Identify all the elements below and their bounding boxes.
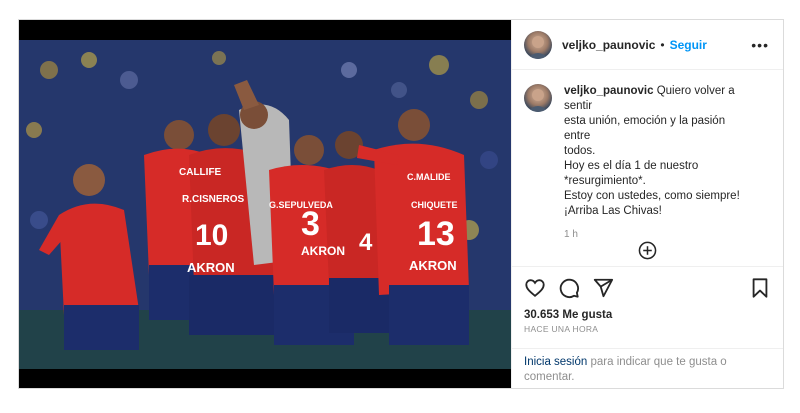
jersey-text: CHIQUETE [411, 200, 458, 210]
share-icon[interactable] [592, 277, 614, 299]
jersey-text: AKRON [409, 258, 457, 273]
login-prompt: Inicia sesión para indicar que te gusta … [512, 348, 783, 388]
jersey-text: CALLIFE [179, 167, 222, 178]
post-time: HACE UNA HORA [524, 324, 599, 334]
comment-icon[interactable] [558, 277, 580, 299]
caption-line: *resurgimiento*. [564, 175, 646, 187]
caption-username[interactable]: veljko_paunovic [564, 85, 653, 97]
avatar[interactable] [524, 84, 552, 112]
actions-bar: 30.653 Me gusta HACE UNA HORA [512, 266, 783, 348]
caption-line: todos. [564, 145, 596, 157]
username-link[interactable]: veljko_paunovic [562, 38, 655, 52]
caption: veljko_paunovic Quiero volver a sentir e… [524, 84, 771, 242]
jersey-text: R.CISNEROS [182, 194, 245, 205]
comments-area: veljko_paunovic Quiero volver a sentir e… [512, 70, 783, 266]
jersey-number: 10 [195, 219, 228, 252]
login-text: para indicar que te gusta o [590, 356, 727, 368]
instagram-post: CALLIFE R.CISNEROS G.SEPULVEDA C.MALIDE … [18, 19, 784, 389]
caption-line: Hoy es el día 1 de nuestro [564, 160, 699, 172]
jersey-text: AKRON [187, 260, 235, 275]
caption-time: 1 h [564, 229, 578, 240]
post-header: veljko_paunovic • Seguir ••• [512, 20, 783, 70]
jersey-number: 4 [359, 229, 373, 256]
login-link[interactable]: Inicia sesión [524, 356, 587, 368]
post-sidebar: veljko_paunovic • Seguir ••• veljko_paun… [511, 20, 783, 388]
jersey-number: 13 [417, 215, 455, 253]
caption-line: Estoy con ustedes, como siempre! [564, 190, 740, 202]
action-icons [524, 277, 771, 299]
jersey-text: AKRON [301, 244, 345, 258]
avatar[interactable] [524, 30, 552, 59]
likes-count[interactable]: 30.653 Me gusta [524, 309, 771, 321]
more-icon[interactable]: ••• [751, 37, 769, 53]
caption-line: ¡Arriba Las Chivas! [564, 205, 662, 217]
heart-icon[interactable] [524, 277, 546, 299]
add-comment-icon[interactable] [638, 241, 657, 260]
login-text-2: comentar. [524, 371, 575, 383]
post-media[interactable]: CALLIFE R.CISNEROS G.SEPULVEDA C.MALIDE … [19, 20, 511, 388]
post-photo: CALLIFE R.CISNEROS G.SEPULVEDA C.MALIDE … [19, 40, 511, 369]
jersey-text: C.MALIDE [407, 172, 451, 182]
caption-line: esta unión, emoción y la pasión entre [564, 115, 726, 142]
jersey-number: 3 [301, 205, 320, 243]
caption-text: veljko_paunovic Quiero volver a sentir e… [564, 84, 754, 242]
separator-dot: • [660, 37, 665, 52]
follow-button[interactable]: Seguir [670, 38, 707, 52]
bookmark-icon[interactable] [749, 277, 771, 299]
